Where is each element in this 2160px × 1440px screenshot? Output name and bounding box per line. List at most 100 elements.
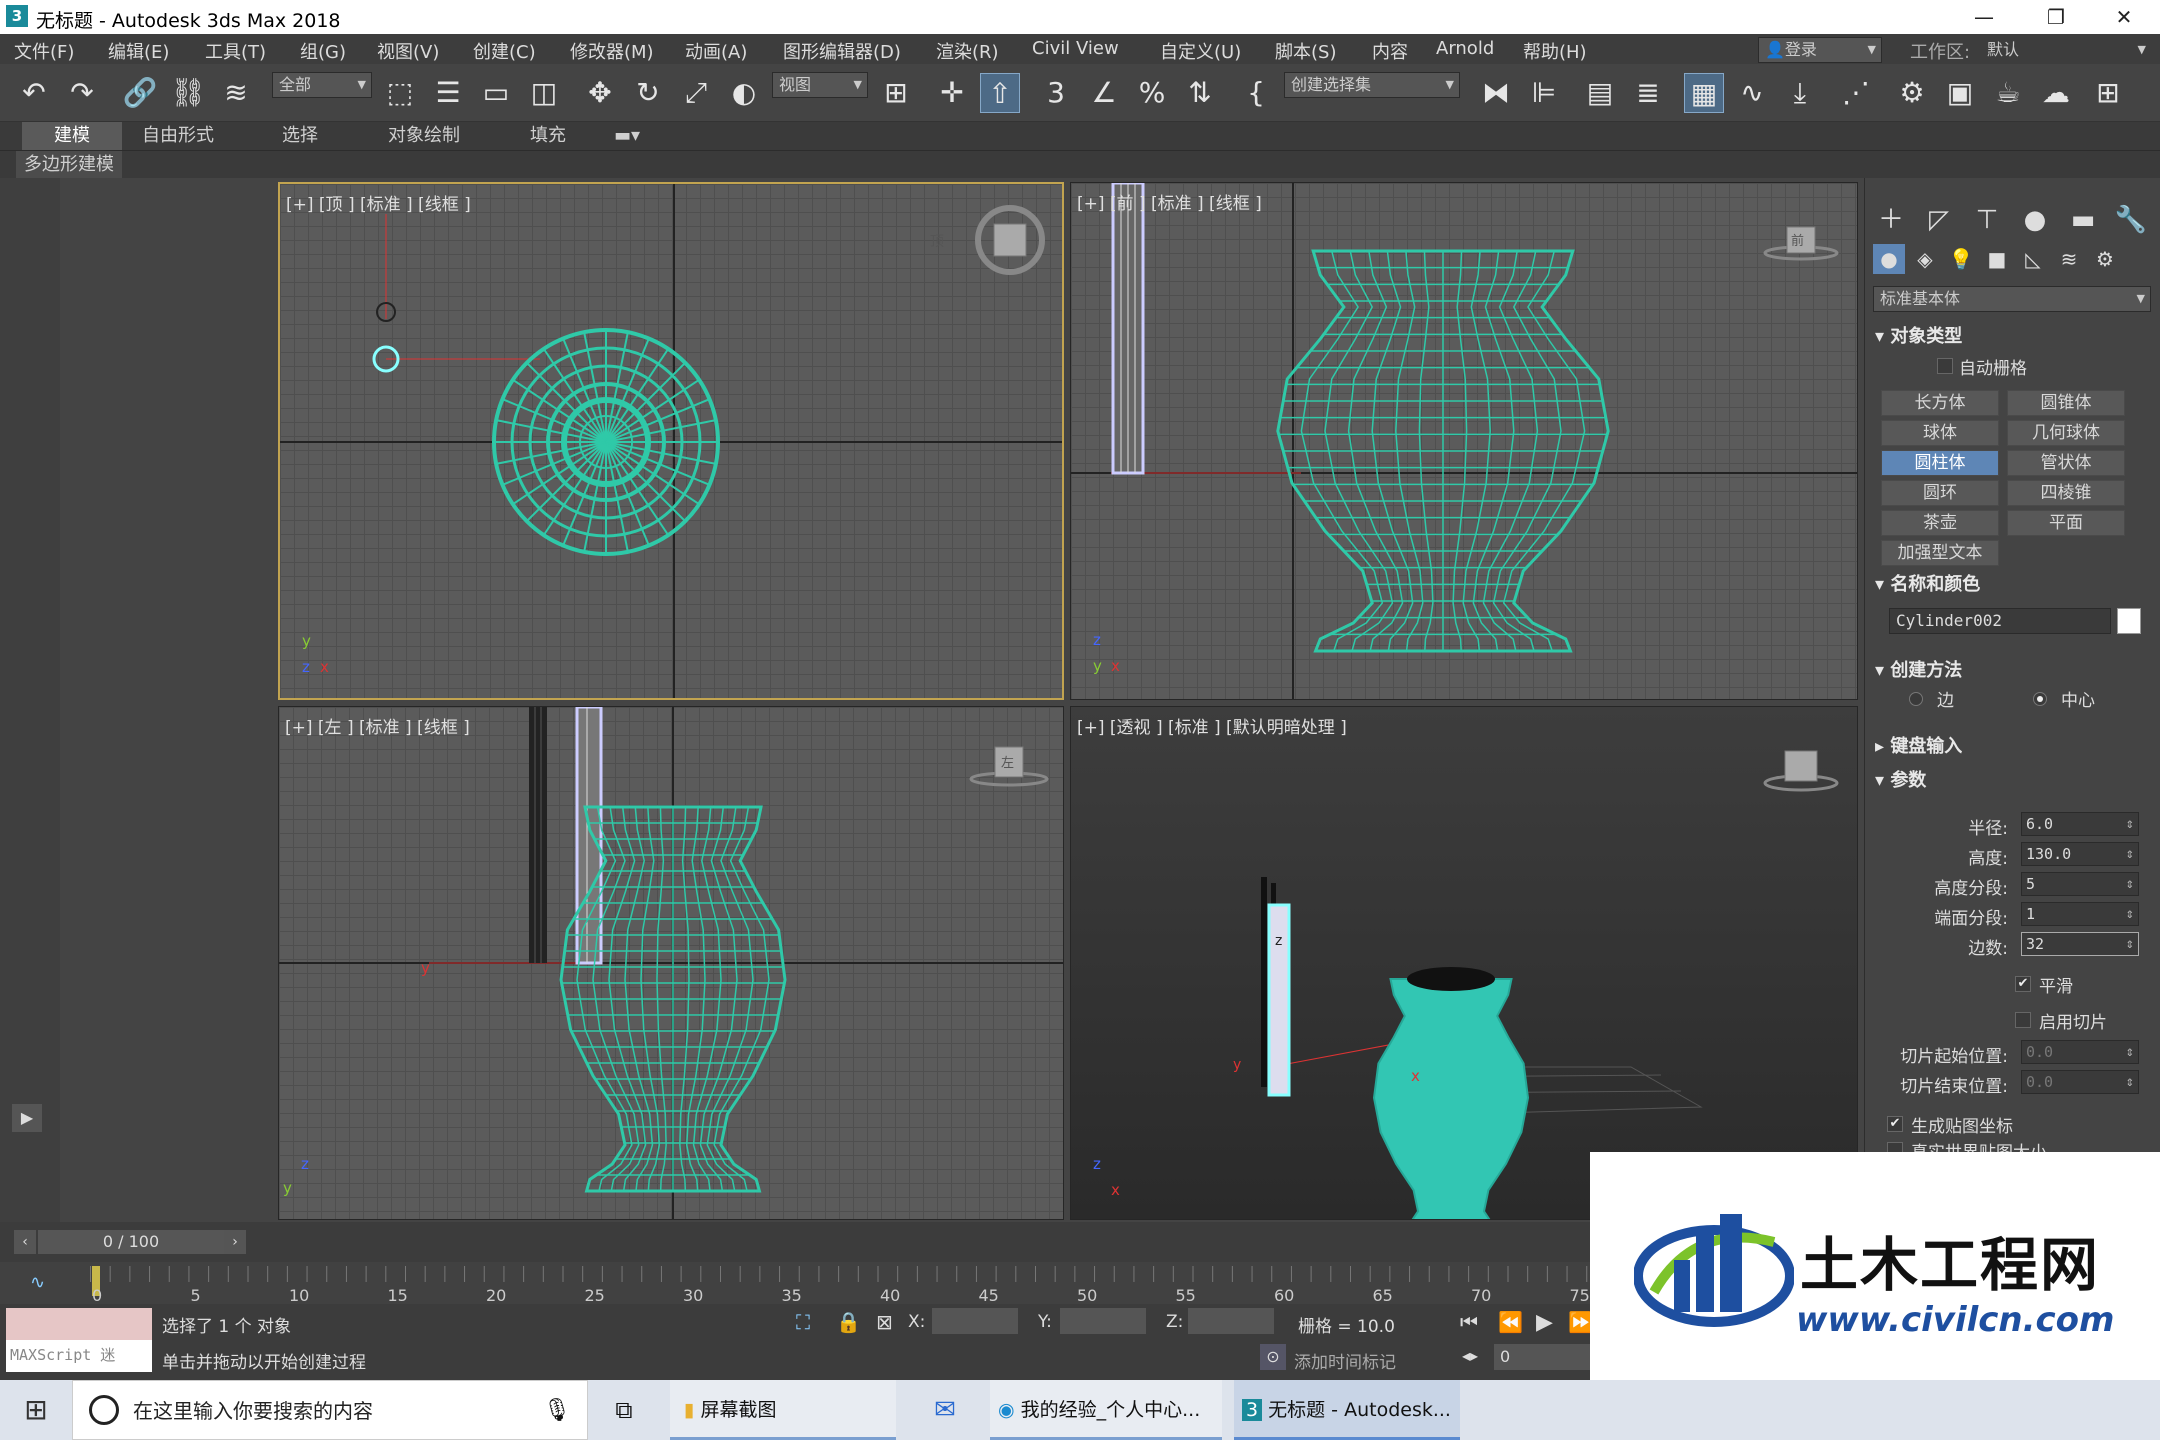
object-type-button[interactable]: 圆环 [1881,480,1999,506]
spacewarps-icon[interactable]: ≋ [2053,244,2085,274]
ribbon-toggle-icon[interactable]: ▦ [1684,73,1724,113]
maximize-icon[interactable]: ❐ [2020,0,2092,34]
task-view-icon[interactable]: ⧉ [604,1380,644,1440]
spinner-snap-icon[interactable]: ⇅ [1180,73,1220,113]
unlink-icon[interactable]: ⛓ [168,73,208,113]
menu-animation[interactable]: 动画(A) [685,38,747,64]
shapes-icon[interactable]: ◈ [1909,244,1941,274]
scene-explorer-icon[interactable]: ▤ [1580,73,1620,113]
time-slider-thumb[interactable]: 0 / 100 [38,1230,224,1254]
minimize-icon[interactable]: — [1948,0,2020,34]
menu-file[interactable]: 文件(F) [14,38,74,64]
rollout-object-type[interactable]: ▾ 对象类型 [1875,324,2147,350]
maxscript-input[interactable]: MAXScript 迷 [6,1340,152,1372]
taskbar-item-edge[interactable]: ◉ 我的经验_个人中心... [990,1380,1222,1440]
render-activeshade-icon[interactable]: ☁ [2036,73,2076,113]
curve-editor-icon[interactable]: ∿ [1732,73,1772,113]
lights-icon[interactable]: 💡 [1945,244,1977,274]
height-segments-spinner[interactable]: 5 [2021,872,2139,896]
object-type-button[interactable]: 球体 [1881,420,1999,446]
menu-modifiers[interactable]: 修改器(M) [570,38,654,64]
play-icon[interactable]: ▶ [1536,1310,1553,1335]
angle-snap-icon[interactable]: ∠ [1084,73,1124,113]
rollout-keyboard-entry[interactable]: ▸ 键盘输入 [1875,734,2147,760]
tab-populate[interactable]: 填充 [516,122,580,150]
helpers-icon[interactable]: ◺ [2017,244,2049,274]
login-combo[interactable]: 👤登录 [1758,37,1882,63]
tab-freeform[interactable]: 自由形式 [128,122,228,150]
select-object-icon[interactable]: ⬚ [380,73,420,113]
smooth-checkbox[interactable]: ✔ [2015,976,2031,992]
expand-arrow-icon[interactable]: ▶ [12,1104,42,1132]
selection-filter-combo[interactable]: 全部 [272,72,372,98]
slice-on-checkbox[interactable] [2015,1012,2031,1028]
edit-named-selection-icon[interactable]: { [1236,73,1276,113]
sides-spinner[interactable]: 32 [2021,932,2139,956]
autogrid-checkbox[interactable] [1937,358,1953,374]
workspace-combo[interactable]: 默认 [1980,37,2152,63]
taskbar-search-box[interactable]: 在这里输入你要搜索的内容 🎙 [72,1380,588,1440]
tab-selection[interactable]: 选择 [268,122,332,150]
align-icon[interactable]: ⊫ [1524,73,1564,113]
menu-group[interactable]: 组(G) [300,38,346,64]
gen-mapping-checkbox[interactable]: ✔ [1887,1116,1903,1132]
edge-radio[interactable] [1909,692,1923,706]
menu-help[interactable]: 帮助(H) [1523,38,1587,64]
object-type-button[interactable]: 长方体 [1881,390,1999,416]
pivot-center-icon[interactable]: ⊞ [876,73,916,113]
viewcube-top[interactable] [975,205,1045,275]
object-name-input[interactable]: Cylinder002 [1889,608,2111,634]
menu-content[interactable]: 内容 [1372,38,1408,64]
time-tag-icon[interactable]: ⊙ [1260,1344,1286,1370]
viewport-left-label[interactable]: [+] [左 ] [标准 ] [线框 ] [285,713,470,738]
center-radio[interactable] [2033,692,2047,706]
reference-coordinate-combo[interactable]: 视图 [772,72,868,98]
motion-tab-icon[interactable]: ● [2017,202,2053,238]
menu-graph-editors[interactable]: 图形编辑器(D) [783,38,901,64]
isolate-selection-icon[interactable]: ⛶ [796,1310,810,1334]
schematic-view-icon[interactable]: ⤓ [1780,73,1820,113]
menu-tools[interactable]: 工具(T) [205,38,266,64]
viewport-front[interactable]: 前 z y x [+] [前 ] [标准 ] [线框 ] [1070,182,1858,700]
x-coordinate-field[interactable] [932,1308,1018,1334]
modify-tab-icon[interactable]: ◸ [1921,202,1957,238]
maxscript-listener[interactable] [6,1308,152,1340]
geometry-icon[interactable]: ● [1873,244,1905,274]
mini-curve-editor-icon[interactable]: ∿ [30,1272,45,1293]
object-type-button[interactable]: 几何球体 [2007,420,2125,446]
object-type-button[interactable]: 茶壶 [1881,510,1999,536]
menu-rendering[interactable]: 渲染(R) [936,38,999,64]
rect-selection-icon[interactable]: ▭ [476,73,516,113]
select-by-name-icon[interactable]: ☰ [428,73,468,113]
scale-icon[interactable]: ⤢ [676,73,716,113]
object-type-button[interactable]: 平面 [2007,510,2125,536]
display-tab-icon[interactable]: ▬ [2065,202,2101,238]
microphone-icon[interactable]: 🎙 [543,1381,571,1440]
menu-arnold[interactable]: Arnold [1436,38,1494,59]
close-icon[interactable]: ✕ [2088,0,2160,34]
next-frame-icon[interactable]: › [224,1230,246,1254]
percent-snap-icon[interactable]: % [1132,73,1172,113]
systems-icon[interactable]: ⚙ [2089,244,2121,274]
polygon-modeling-panel[interactable]: 多边形建模 [16,151,122,179]
slice-to-spinner[interactable]: 0.0 [2021,1070,2139,1094]
absolute-mode-icon[interactable]: ⊠ [876,1310,893,1334]
current-frame-field[interactable]: 0 [1494,1344,1590,1370]
object-type-button[interactable]: 管状体 [2007,450,2125,476]
menu-view[interactable]: 视图(V) [377,38,439,64]
frame-spinner-arrows-icon[interactable]: ◂▸ [1462,1346,1478,1365]
viewport-perspective-label[interactable]: [+] [透视 ] [标准 ] [默认明暗处理 ] [1077,713,1347,738]
goto-start-icon[interactable]: ⏮ [1460,1310,1478,1334]
keyboard-shortcut-override-icon[interactable]: ⇧ [980,73,1020,113]
select-manipulate-icon[interactable]: ✛ [932,73,972,113]
rotate-icon[interactable]: ↻ [628,73,668,113]
bind-spacewarp-icon[interactable]: ≋ [216,73,256,113]
render-online-icon[interactable]: ⊞ [2088,73,2128,113]
track-bar[interactable]: ∿ 0 5 10 15 20 25 30 35 40 45 50 55 60 65 70 75 [0,1262,1590,1305]
mirror-icon[interactable]: ⧓ [1476,73,1516,113]
link-icon[interactable]: 🔗 [120,73,160,113]
menu-create[interactable]: 创建(C) [473,38,536,64]
taskbar-search-input[interactable]: 在这里输入你要搜索的内容 [133,1381,373,1440]
object-type-button[interactable]: 四棱锥 [2007,480,2125,506]
viewport-perspective[interactable]: z y x z x [+] [透视 ] [标准 ] [默认明暗处理 ] [1070,706,1858,1220]
